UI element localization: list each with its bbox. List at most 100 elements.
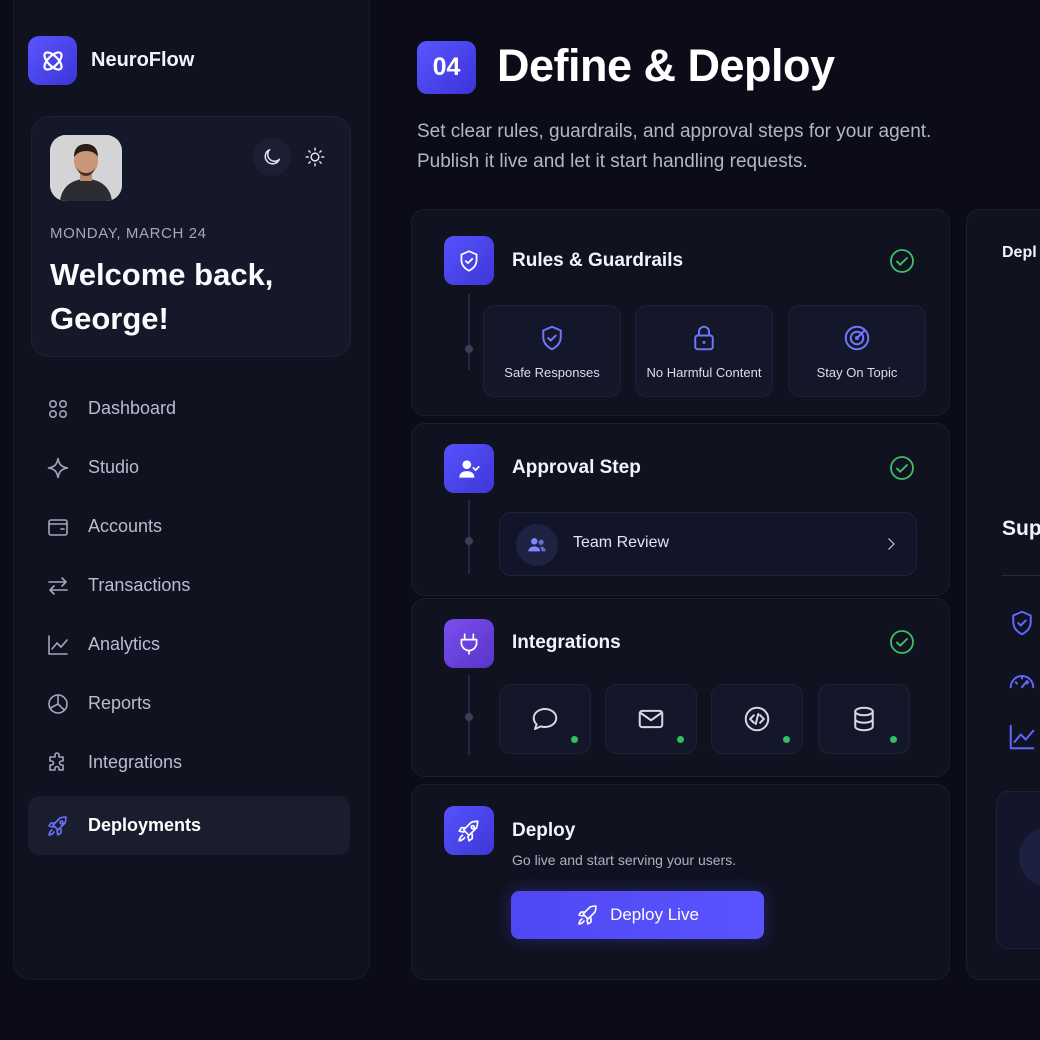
page-title: Define & Deploy — [497, 40, 835, 91]
step-rail-dot — [465, 713, 473, 721]
gauge-icon — [1009, 675, 1035, 689]
integration-tile-code[interactable] — [711, 684, 803, 754]
shield-check-icon — [460, 249, 478, 272]
integration-tile-mail[interactable] — [605, 684, 697, 754]
divider — [1002, 575, 1040, 576]
subtitle-line: Publish it live and let it start handlin… — [417, 151, 808, 172]
status-dot — [571, 736, 578, 743]
approval-card: Approval Step Team Review — [411, 423, 950, 596]
rules-card: Rules & Guardrails Safe Responses No Har… — [411, 209, 950, 416]
sidebar-nav: Dashboard Studio Accounts Transactions A… — [28, 379, 350, 855]
theme-toggle — [250, 137, 336, 177]
rocket-icon — [458, 819, 479, 842]
integration-tile-chat[interactable] — [499, 684, 591, 754]
user-check-icon — [459, 459, 480, 478]
plug-icon — [460, 632, 478, 655]
check-circle-icon — [890, 630, 914, 654]
avatar[interactable] — [50, 135, 122, 201]
deploy-card-icon — [444, 806, 494, 855]
integration-tile-database[interactable] — [818, 684, 910, 754]
sidebar-item-integrations[interactable]: Integrations — [28, 733, 350, 792]
sidebar-item-studio[interactable]: Studio — [28, 438, 350, 497]
status-dot — [783, 736, 790, 743]
sidebar-item-label: Reports — [88, 693, 152, 713]
welcome-heading: Welcome back, George! — [50, 257, 274, 336]
rocket-icon — [578, 905, 597, 925]
step-rail — [468, 294, 470, 370]
right-panel-heading: Sup — [1002, 517, 1040, 540]
check-circle-icon — [890, 456, 914, 480]
right-panel-title: Depl — [1002, 244, 1037, 261]
moon-icon — [264, 148, 280, 165]
mail-icon — [638, 709, 664, 729]
sparkle-icon — [47, 457, 69, 478]
rules-card-title: Rules & Guardrails — [512, 250, 684, 271]
target-icon — [844, 325, 870, 351]
puzzle-icon — [49, 751, 64, 771]
sun-icon — [305, 147, 324, 167]
rule-tile-safe-responses[interactable]: Safe Responses — [483, 305, 621, 397]
chat-icon — [532, 708, 558, 730]
rocket-icon — [48, 815, 67, 836]
light-mode-button[interactable] — [296, 138, 334, 176]
rule-tile-stay-on-topic[interactable]: Stay On Topic — [788, 305, 926, 397]
sidebar-item-label: Dashboard — [88, 398, 177, 418]
brand[interactable]: NeuroFlow — [28, 36, 194, 85]
welcome-card: MONDAY, MARCH 24 Welcome back, George! — [31, 116, 351, 357]
pie-chart-icon — [48, 693, 68, 714]
shield-check-icon — [1012, 610, 1032, 636]
status-dot — [677, 736, 684, 743]
step-rail-dot — [465, 345, 473, 353]
step-number-badge: 04 — [417, 41, 476, 94]
sidebar-item-analytics[interactable]: Analytics — [28, 615, 350, 674]
sidebar-item-transactions[interactable]: Transactions — [28, 556, 350, 615]
swap-arrows-icon — [48, 576, 68, 595]
integrations-card-icon — [444, 619, 494, 668]
rule-tile-label: Stay On Topic — [816, 365, 898, 380]
sidebar-item-reports[interactable]: Reports — [28, 674, 350, 733]
sidebar-item-dashboard[interactable]: Dashboard — [28, 379, 350, 438]
database-icon — [854, 706, 874, 732]
deploy-card-title: Deploy — [512, 820, 576, 841]
grid-icon — [48, 399, 68, 418]
check-circle-icon — [890, 249, 914, 273]
integrations-card: Integrations — [411, 598, 950, 777]
right-panel-circle — [1019, 827, 1040, 887]
wallet-icon — [48, 518, 68, 536]
approval-card-icon — [444, 444, 494, 493]
approval-card-title: Approval Step — [512, 457, 641, 478]
lock-icon — [694, 325, 714, 351]
integrations-card-title: Integrations — [512, 632, 621, 653]
rules-card-icon — [444, 236, 494, 285]
right-panel: Depl Sup — [966, 209, 1040, 980]
deploy-live-label: Deploy Live — [610, 905, 699, 924]
sidebar-item-label: Integrations — [88, 752, 183, 772]
deploy-card: Deploy Go live and start serving your us… — [411, 784, 950, 980]
subtitle-line: Set clear rules, guardrails, and approva… — [417, 121, 932, 142]
sidebar-item-label: Accounts — [88, 516, 163, 536]
sidebar-item-label: Studio — [88, 457, 140, 477]
sidebar-item-label: Deployments — [88, 815, 202, 835]
chevron-right-icon — [888, 538, 895, 550]
sidebar-item-label: Transactions — [88, 575, 191, 595]
brand-name: NeuroFlow — [91, 49, 195, 71]
deploy-live-button[interactable]: Deploy Live — [511, 891, 764, 939]
right-panel-box — [996, 791, 1040, 949]
rule-tile-no-harmful-content[interactable]: No Harmful Content — [635, 305, 773, 397]
sidebar-item-accounts[interactable]: Accounts — [28, 497, 350, 556]
sidebar: NeuroFlow MONDAY, MARCH 24 Welcome back,… — [13, 0, 370, 980]
deploy-card-subtitle: Go live and start serving your users. — [512, 852, 737, 868]
team-review-row[interactable]: Team Review — [499, 512, 917, 576]
team-icon — [516, 524, 558, 566]
line-chart-icon — [1009, 724, 1035, 750]
status-dot — [890, 736, 897, 743]
code-icon — [744, 706, 770, 732]
sidebar-item-deployments[interactable]: Deployments — [28, 796, 350, 855]
step-rail-dot — [465, 537, 473, 545]
rule-tile-label: No Harmful Content — [646, 365, 762, 380]
line-chart-icon — [48, 634, 68, 655]
shield-check-icon — [542, 325, 562, 351]
team-review-label: Team Review — [573, 534, 670, 551]
rule-tile-label: Safe Responses — [504, 365, 600, 380]
dark-mode-button[interactable] — [252, 138, 291, 176]
